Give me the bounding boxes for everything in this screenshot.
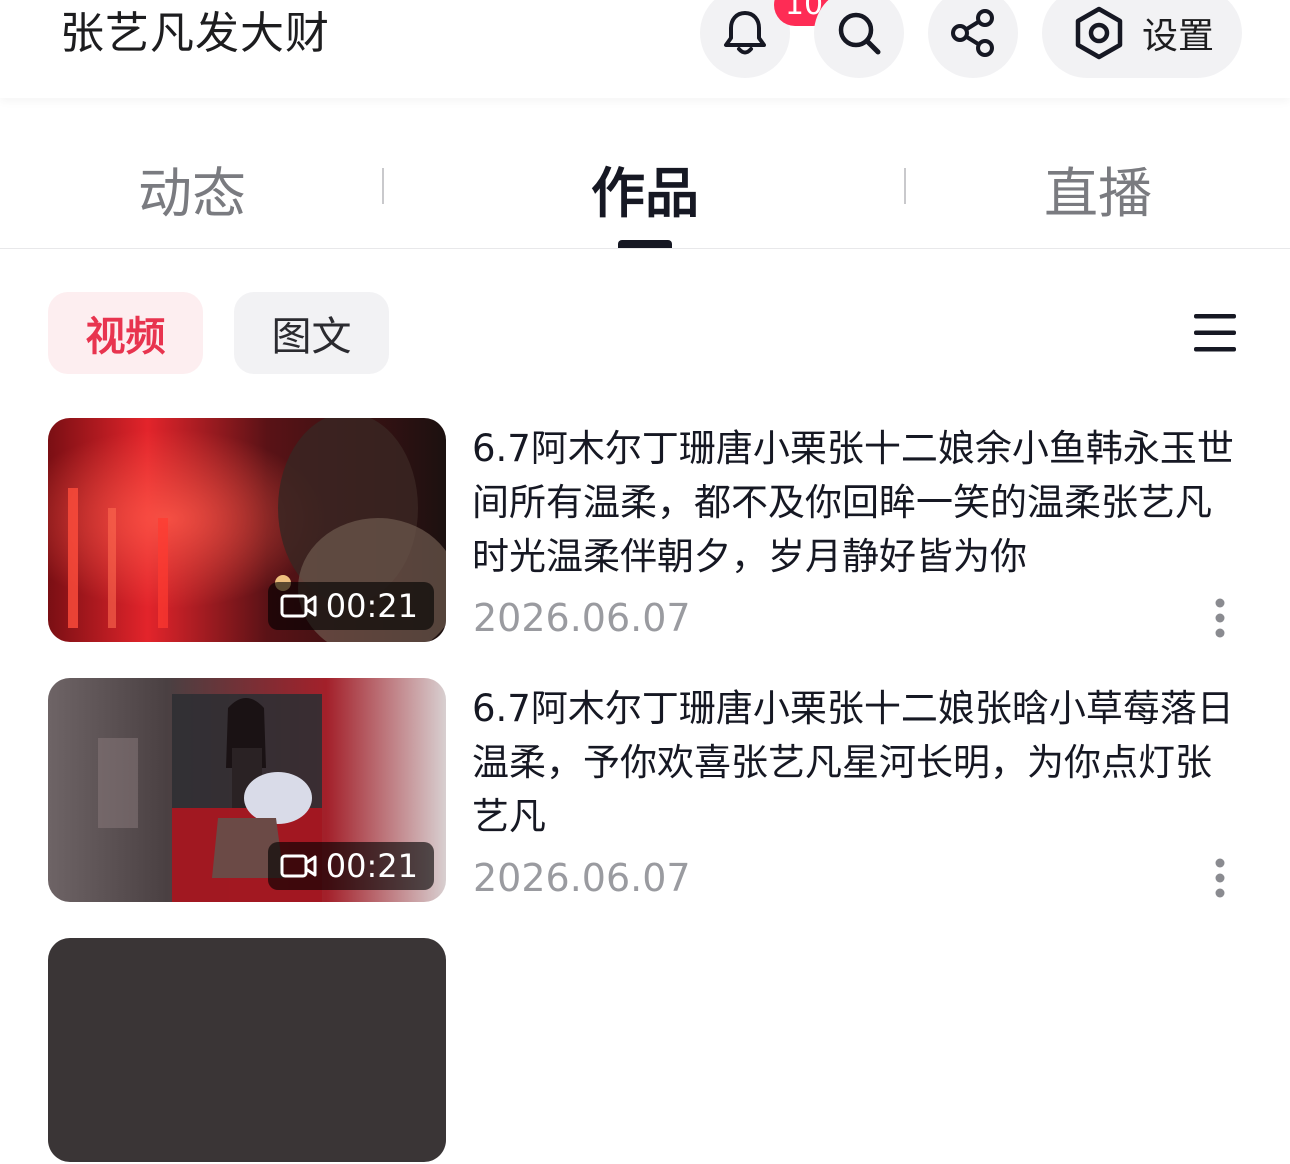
settings-label: 设置 <box>1142 16 1215 57</box>
video-list-item[interactable]: 00:21 6.7阿木尔丁珊唐小栗张十二娘余小鱼韩永玉世间所有温柔，都不及你回眸… <box>0 418 1290 644</box>
search-icon <box>838 12 881 55</box>
tab-live[interactable]: 直播 <box>1044 162 1152 226</box>
video-title[interactable]: 6.7阿木尔丁珊唐小栗张十二娘张晗小草莓落日温柔，予你欢喜张艺凡星河长明，为你点… <box>472 682 1244 844</box>
more-options-icon[interactable] <box>1206 858 1234 898</box>
search-button[interactable] <box>814 0 904 78</box>
video-thumbnail[interactable]: 00:21 <box>48 418 446 642</box>
video-duration: 00:21 <box>267 582 434 630</box>
page-title: 张艺凡发大财 <box>60 8 330 59</box>
video-list-item[interactable] <box>0 938 1290 1164</box>
settings-button[interactable]: 设置 <box>1042 0 1242 78</box>
tab-divider <box>382 168 384 204</box>
active-tab-indicator <box>618 240 672 248</box>
video-date: 2026.06.07 <box>473 856 691 900</box>
video-list-item[interactable]: 00:21 6.7阿木尔丁珊唐小栗张十二娘张晗小草莓落日温柔，予你欢喜张艺凡星河… <box>0 678 1290 904</box>
top-bar: 张艺凡发大财 10 设置 <box>0 0 1290 98</box>
filter-video-chip[interactable]: 视频 <box>48 292 203 374</box>
video-thumbnail[interactable]: 00:21 <box>48 678 446 902</box>
video-camera-icon <box>280 854 317 878</box>
video-date: 2026.06.07 <box>473 596 691 640</box>
video-duration: 00:21 <box>267 842 434 890</box>
more-options-icon[interactable] <box>1206 598 1234 638</box>
filter-image-text-chip[interactable]: 图文 <box>234 292 389 374</box>
menu-icon[interactable] <box>1190 308 1240 358</box>
share-icon <box>951 9 994 57</box>
video-thumbnail[interactable] <box>48 938 446 1162</box>
tab-dynamic[interactable]: 动态 <box>138 162 246 226</box>
profile-tabs: 动态 作品 直播 <box>0 140 1290 249</box>
video-camera-icon <box>280 594 317 618</box>
share-button[interactable] <box>928 0 1018 78</box>
tab-works[interactable]: 作品 <box>591 162 699 226</box>
gear-icon <box>1075 6 1123 60</box>
duration-text: 00:21 <box>325 587 418 625</box>
tab-divider <box>904 168 906 204</box>
video-title[interactable]: 6.7阿木尔丁珊唐小栗张十二娘余小鱼韩永玉世间所有温柔，都不及你回眸一笑的温柔张… <box>472 422 1244 584</box>
duration-text: 00:21 <box>325 847 418 885</box>
bell-icon <box>724 11 766 55</box>
